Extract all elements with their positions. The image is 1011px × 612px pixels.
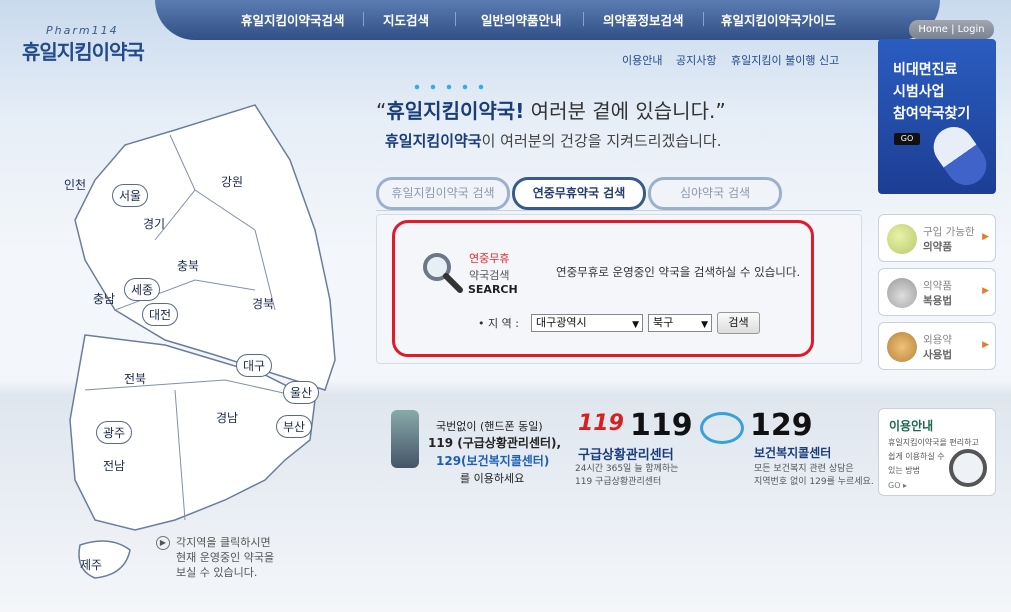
chevron-down-icon: ▼ <box>701 320 708 330</box>
phone-line3: 를 이용하세요 <box>460 472 525 485</box>
sublink-report[interactable]: 휴일지킴이 불이행 신고 <box>731 52 839 68</box>
ointment-icon <box>887 332 917 362</box>
tagline-sub: 휴일지킴이약국이 여러분의 건강을 지켜드리겠습니다. <box>385 132 722 150</box>
side-purchasable-drugs[interactable]: 구입 가능한 의약품 ▶ <box>878 214 996 262</box>
phone-title: 국번없이 (핸드폰 동일) <box>436 420 543 433</box>
tab-always-open-search[interactable]: 연중무휴약국 검색 <box>512 177 646 210</box>
nav-holiday-search[interactable]: 휴일지킴이약국검색 <box>241 10 345 29</box>
banner-line3: 참여약국찾기 <box>893 106 971 122</box>
magnifier-icon <box>949 449 987 487</box>
usage-guide-box[interactable]: 이용안내 휴일지킴이약국을 편리하고 쉽게 이용하실 수 있는 방법 GO ▸ <box>878 408 996 496</box>
nav-map-search[interactable]: 지도검색 <box>383 10 429 29</box>
region-busan[interactable]: 부산 <box>276 415 313 438</box>
phone-line1: 119 (구급상황관리센터), <box>428 436 562 450</box>
main-nav: 휴일지킴이약국검색 지도검색 일반의약품안내 의약품정보검색 휴일지킴이약국가이… <box>155 0 940 40</box>
region-gyeongbuk[interactable]: 경북 <box>252 295 274 312</box>
chevron-down-icon: ▼ <box>632 320 639 330</box>
city-select[interactable]: 대구광역시 ▼ <box>531 314 643 332</box>
home-login-link[interactable]: Home | Login <box>909 20 994 39</box>
play-icon: ▶ <box>156 536 170 550</box>
search-button[interactable]: 검색 <box>717 312 760 334</box>
banner-go: GO <box>894 133 920 145</box>
search-label-pharmacy: 약국검색 <box>469 269 510 282</box>
129-logo-icon <box>700 412 744 444</box>
129-desc1: 모든 보건복지 관련 상담은 <box>754 464 854 474</box>
site-logo[interactable]: 휴일지킴이약국 <box>22 36 145 65</box>
region-chungnam[interactable]: 충남 <box>93 290 115 307</box>
119-desc1: 24시간 365일 늘 함께하는 <box>575 464 679 474</box>
sublink-usage[interactable]: 이용안내 <box>622 52 662 68</box>
usage-guide-title: 이용안내 <box>889 419 934 433</box>
banner-line1: 비대면진료 <box>893 62 958 78</box>
nav-guide[interactable]: 휴일지킴이약국가이드 <box>721 10 836 29</box>
pill-icon <box>887 224 917 254</box>
129-title: 보건복지콜센터 <box>754 446 832 460</box>
region-gangwon[interactable]: 강원 <box>221 173 243 190</box>
119-desc2: 119 구급상황관리센터 <box>575 477 662 487</box>
tab-divider <box>376 210 862 211</box>
decor-dots <box>409 84 489 90</box>
search-label-en: SEARCH <box>468 283 518 296</box>
tab-night-search[interactable]: 심야약국 검색 <box>648 177 782 210</box>
korea-map[interactable] <box>55 100 345 595</box>
region-jeonnam[interactable]: 전남 <box>103 457 125 474</box>
region-jeju[interactable]: 제주 <box>80 556 102 573</box>
number-119: 119 <box>630 408 693 443</box>
number-129: 129 <box>750 408 813 443</box>
region-daegu[interactable]: 대구 <box>236 354 273 377</box>
sublink-notice[interactable]: 공지사항 <box>676 52 716 68</box>
region-daejeon[interactable]: 대전 <box>142 303 179 326</box>
banner-line2: 시범사업 <box>893 84 945 100</box>
tab-holiday-search[interactable]: 휴일지킴이약국 검색 <box>376 177 510 210</box>
side-dosage[interactable]: 의약품 복용법 ▶ <box>878 268 996 316</box>
region-incheon[interactable]: 인천 <box>64 176 86 193</box>
region-seoul[interactable]: 서울 <box>112 184 149 207</box>
phone-line2: 129(보건복지콜센터) <box>436 454 550 468</box>
phone-icon <box>391 410 419 468</box>
telemedicine-banner[interactable]: 비대면진료 시범사업 참여약국찾기 GO <box>878 39 996 194</box>
region-sejong[interactable]: 세종 <box>124 278 161 301</box>
region-gwangju[interactable]: 광주 <box>96 421 133 444</box>
arrow-right-icon: ▶ <box>982 340 989 350</box>
region-label: • 지 역 : <box>478 317 519 330</box>
search-label-always-open: 연중무휴 <box>469 252 510 265</box>
nav-otc-guide[interactable]: 일반의약품안내 <box>481 10 562 29</box>
119-logo-icon: 119 <box>578 411 624 436</box>
region-gyeonggi[interactable]: 경기 <box>143 215 165 232</box>
pill-icon <box>925 119 995 193</box>
magnifier-icon <box>423 253 463 293</box>
nav-drug-info[interactable]: 의약품정보검색 <box>603 10 684 29</box>
map-note: 각지역을 클릭하시면 현재 운영중인 약국을 보실 수 있습니다. <box>176 536 275 579</box>
arrow-right-icon: ▶ <box>982 232 989 242</box>
side-external-use[interactable]: 외용약 사용법 ▶ <box>878 322 996 370</box>
region-ulsan[interactable]: 울산 <box>283 381 320 404</box>
region-chungbuk[interactable]: 충북 <box>177 257 199 274</box>
129-desc2: 지역번호 없이 129를 누르세요. <box>754 477 874 487</box>
region-jeonbuk[interactable]: 전북 <box>124 370 146 387</box>
district-select[interactable]: 북구 ▼ <box>648 314 712 332</box>
search-description: 연중무휴로 운영중인 약국을 검색하실 수 있습니다. <box>556 265 801 279</box>
tagline-main: “휴일지킴이약국! 여러분 곁에 있습니다.” <box>376 99 726 123</box>
region-gyeongnam[interactable]: 경남 <box>216 409 238 426</box>
arrow-right-icon: ▶ <box>982 286 989 296</box>
mortar-icon <box>887 278 917 308</box>
